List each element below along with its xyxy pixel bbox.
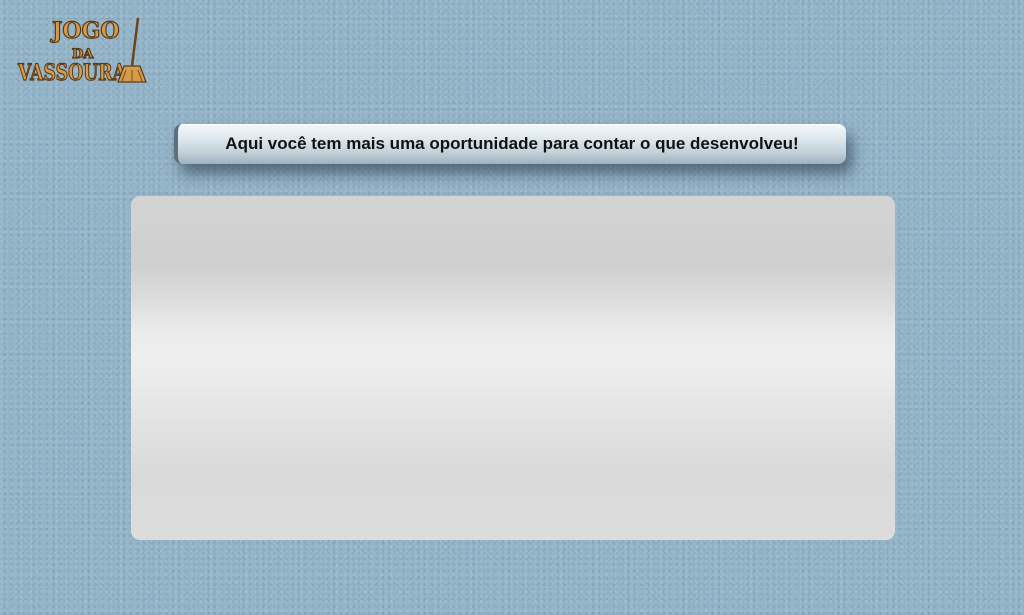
instruction-text: Aqui você tem mais uma oportunidade para… [225,134,799,153]
answer-textarea[interactable] [131,196,895,540]
logo-line3: VASSOURA [17,60,127,86]
logo-line1: JOGO [50,18,120,44]
broom-icon [117,17,147,83]
instruction-banner: Aqui você tem mais uma oportunidade para… [174,124,846,164]
game-logo: JOGO DA VASSOURA [16,14,148,86]
logo-graphic: JOGO DA VASSOURA [17,17,147,86]
